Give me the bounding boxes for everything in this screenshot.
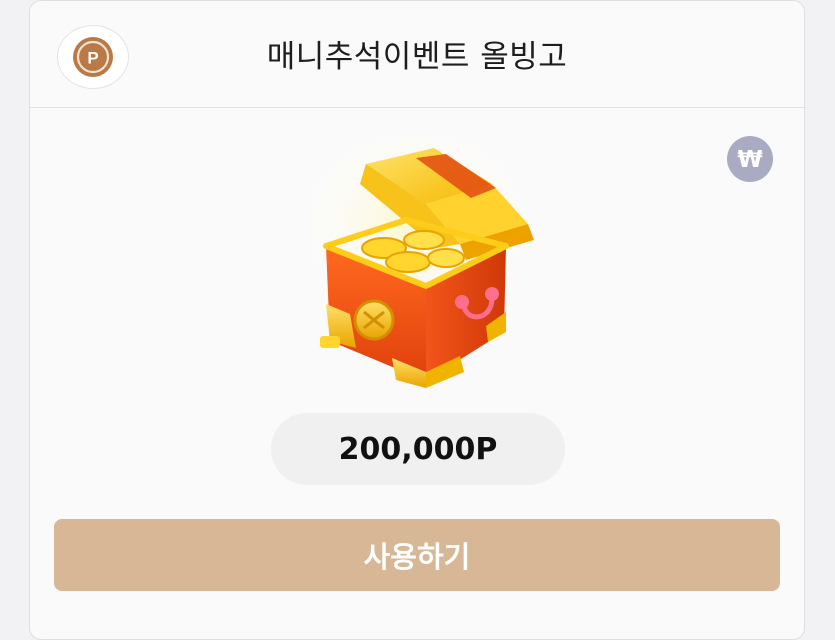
- point-amount-pill: 200,000P: [271, 413, 565, 485]
- card-header: P 매니추석이벤트 올빙고: [30, 1, 804, 108]
- page-title: 매니추석이벤트 올빙고: [266, 39, 568, 75]
- event-card: P 매니추석이벤트 올빙고 ₩ 200,000P 사용하기: [29, 0, 805, 640]
- use-button[interactable]: 사용하기: [54, 519, 780, 591]
- treasure-chest-image: [291, 136, 546, 391]
- point-amount: 200,000P: [338, 431, 498, 467]
- use-button-label: 사용하기: [363, 540, 471, 574]
- won-icon: ₩: [727, 136, 773, 182]
- won-symbol: ₩: [737, 147, 763, 173]
